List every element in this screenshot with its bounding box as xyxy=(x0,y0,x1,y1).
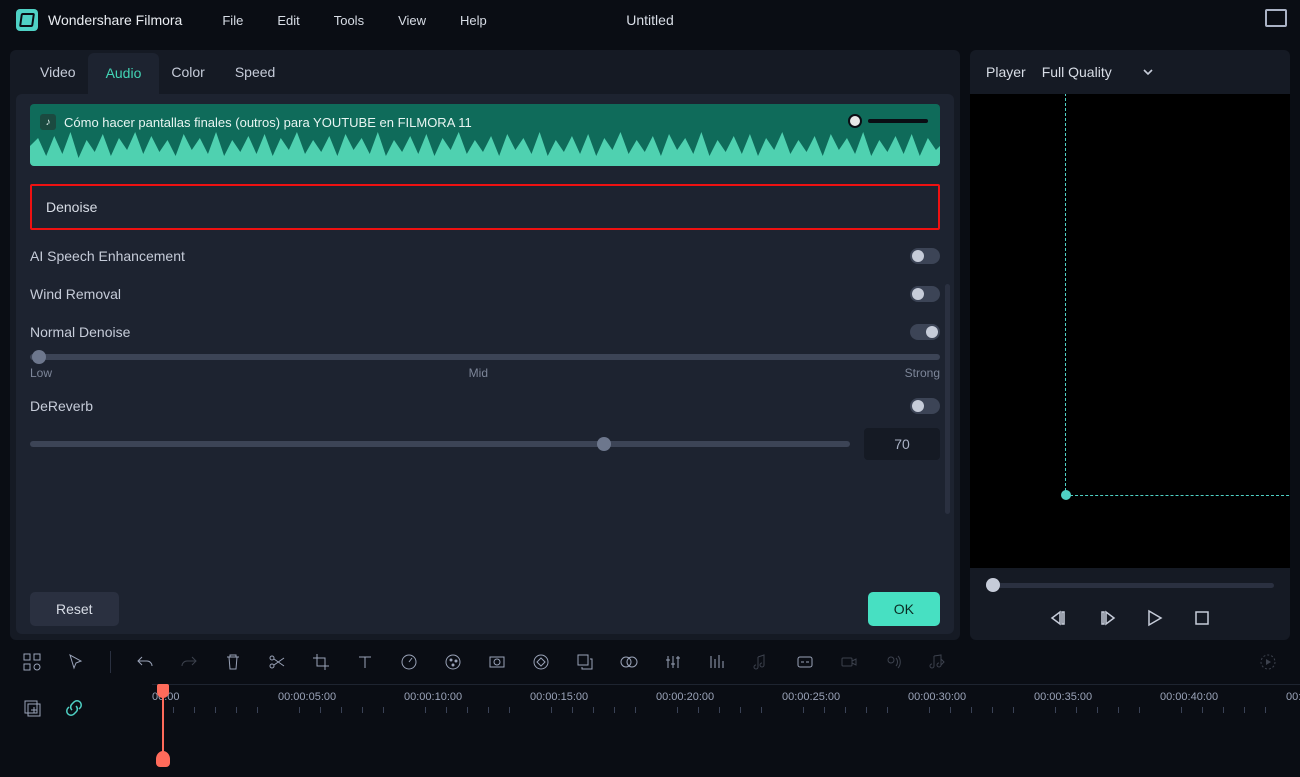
color-icon[interactable] xyxy=(443,652,463,672)
timeline-ruler-area[interactable]: 00:00 00:00:05:00 00:00:10:00 00:00:15:00 00… xyxy=(152,684,1300,767)
menu-view[interactable]: View xyxy=(398,13,426,28)
menu-edit[interactable]: Edit xyxy=(277,13,299,28)
link-icon[interactable] xyxy=(64,698,84,718)
playback-scrubber[interactable] xyxy=(986,578,1274,592)
speed-icon[interactable] xyxy=(399,652,419,672)
music-note-icon: ♪ xyxy=(40,114,56,130)
caption-icon[interactable] xyxy=(795,652,815,672)
property-tabs: Video Audio Color Speed xyxy=(10,50,960,94)
normal-denoise-label: Normal Denoise xyxy=(30,324,130,340)
tab-color[interactable]: Color xyxy=(171,64,204,94)
layout-icon[interactable] xyxy=(22,652,42,672)
step-back-icon[interactable] xyxy=(1096,608,1116,628)
ruler-tick: 00:00:15:00 xyxy=(530,691,588,703)
detach-window-icon[interactable] xyxy=(1266,10,1284,24)
ruler-tick: 00:00:40:00 xyxy=(1160,691,1218,703)
cursor-icon[interactable] xyxy=(66,652,86,672)
stop-icon[interactable] xyxy=(1192,608,1212,628)
chroma-icon[interactable] xyxy=(619,652,639,672)
ruler-tick: 00:00:35:00 xyxy=(1034,691,1092,703)
equalizer-icon[interactable] xyxy=(707,652,727,672)
render-icon[interactable] xyxy=(1258,652,1278,672)
quality-dropdown[interactable]: Full Quality xyxy=(1042,64,1154,80)
undo-icon[interactable] xyxy=(135,652,155,672)
ruler-tick: 00:00:05:00 xyxy=(278,691,336,703)
beat-icon[interactable] xyxy=(927,652,947,672)
ok-button[interactable]: OK xyxy=(868,592,940,626)
ruler-tick: 00:00:10:00 xyxy=(404,691,462,703)
add-track-icon[interactable] xyxy=(22,698,42,718)
tab-speed[interactable]: Speed xyxy=(235,64,275,94)
volume-knob-icon[interactable] xyxy=(848,114,862,128)
playhead[interactable] xyxy=(162,684,164,767)
dereverb-label: DeReverb xyxy=(30,398,93,414)
record-icon[interactable] xyxy=(839,652,859,672)
text-icon[interactable] xyxy=(355,652,375,672)
slider-strong-label: Strong xyxy=(905,366,940,380)
detach-icon[interactable] xyxy=(575,652,595,672)
adjust-icon[interactable] xyxy=(663,652,683,672)
tab-video[interactable]: Video xyxy=(40,64,76,94)
properties-panel: Video Audio Color Speed ♪ Cómo hacer pan… xyxy=(10,50,960,640)
audio-clip-strip[interactable]: ♪ Cómo hacer pantallas finales (outros) … xyxy=(30,104,940,166)
project-title: Untitled xyxy=(440,12,860,28)
denoise-title: Denoise xyxy=(46,199,924,215)
player-label: Player xyxy=(986,64,1026,80)
quality-value: Full Quality xyxy=(1042,64,1112,80)
waveform-icon xyxy=(30,126,940,166)
panel-scrollbar[interactable] xyxy=(945,284,950,514)
menu-file[interactable]: File xyxy=(222,13,243,28)
crop-icon[interactable] xyxy=(311,652,331,672)
redo-icon[interactable] xyxy=(179,652,199,672)
title-bar: Wondershare Filmora File Edit Tools View… xyxy=(0,0,1300,40)
ruler-tick: 00:00:25:00 xyxy=(782,691,840,703)
ai-speech-toggle[interactable] xyxy=(910,248,940,264)
preview-viewport[interactable] xyxy=(970,94,1290,568)
ruler-tick: 00:00:20:00 xyxy=(656,691,714,703)
denoise-section-header[interactable]: Denoise xyxy=(30,184,940,230)
delete-icon[interactable] xyxy=(223,652,243,672)
audio-detach-icon[interactable] xyxy=(751,652,771,672)
clip-title: Cómo hacer pantallas finales (outros) pa… xyxy=(64,115,472,130)
voiceover-icon[interactable] xyxy=(883,652,903,672)
ruler-tick: 00:00 xyxy=(1286,691,1300,703)
prev-frame-icon[interactable] xyxy=(1048,608,1068,628)
menu-tools[interactable]: Tools xyxy=(334,13,364,28)
wind-removal-toggle[interactable] xyxy=(910,286,940,302)
reset-button[interactable]: Reset xyxy=(30,592,119,626)
split-icon[interactable] xyxy=(267,652,287,672)
timeline: 00:00 00:00:05:00 00:00:10:00 00:00:15:00 00… xyxy=(0,684,1300,767)
app-logo-icon xyxy=(16,9,38,31)
tab-audio[interactable]: Audio xyxy=(88,53,160,95)
keyframe-icon[interactable] xyxy=(531,652,551,672)
player-panel: Player Full Quality xyxy=(970,50,1290,640)
mask-icon[interactable] xyxy=(487,652,507,672)
timeline-toolbar xyxy=(0,640,1300,684)
slider-mid-label: Mid xyxy=(469,366,488,380)
dereverb-value[interactable]: 70 xyxy=(864,428,940,460)
play-icon[interactable] xyxy=(1144,608,1164,628)
normal-denoise-slider[interactable] xyxy=(30,354,940,360)
dereverb-toggle[interactable] xyxy=(910,398,940,414)
app-name: Wondershare Filmora xyxy=(48,12,182,28)
wind-removal-label: Wind Removal xyxy=(30,286,121,302)
ruler-tick: 00:00:30:00 xyxy=(908,691,966,703)
slider-low-label: Low xyxy=(30,366,52,380)
dereverb-slider[interactable] xyxy=(30,441,850,447)
clip-volume-slider[interactable] xyxy=(848,114,928,128)
chevron-down-icon xyxy=(1142,66,1154,78)
ai-speech-label: AI Speech Enhancement xyxy=(30,248,185,264)
normal-denoise-toggle[interactable] xyxy=(910,324,940,340)
